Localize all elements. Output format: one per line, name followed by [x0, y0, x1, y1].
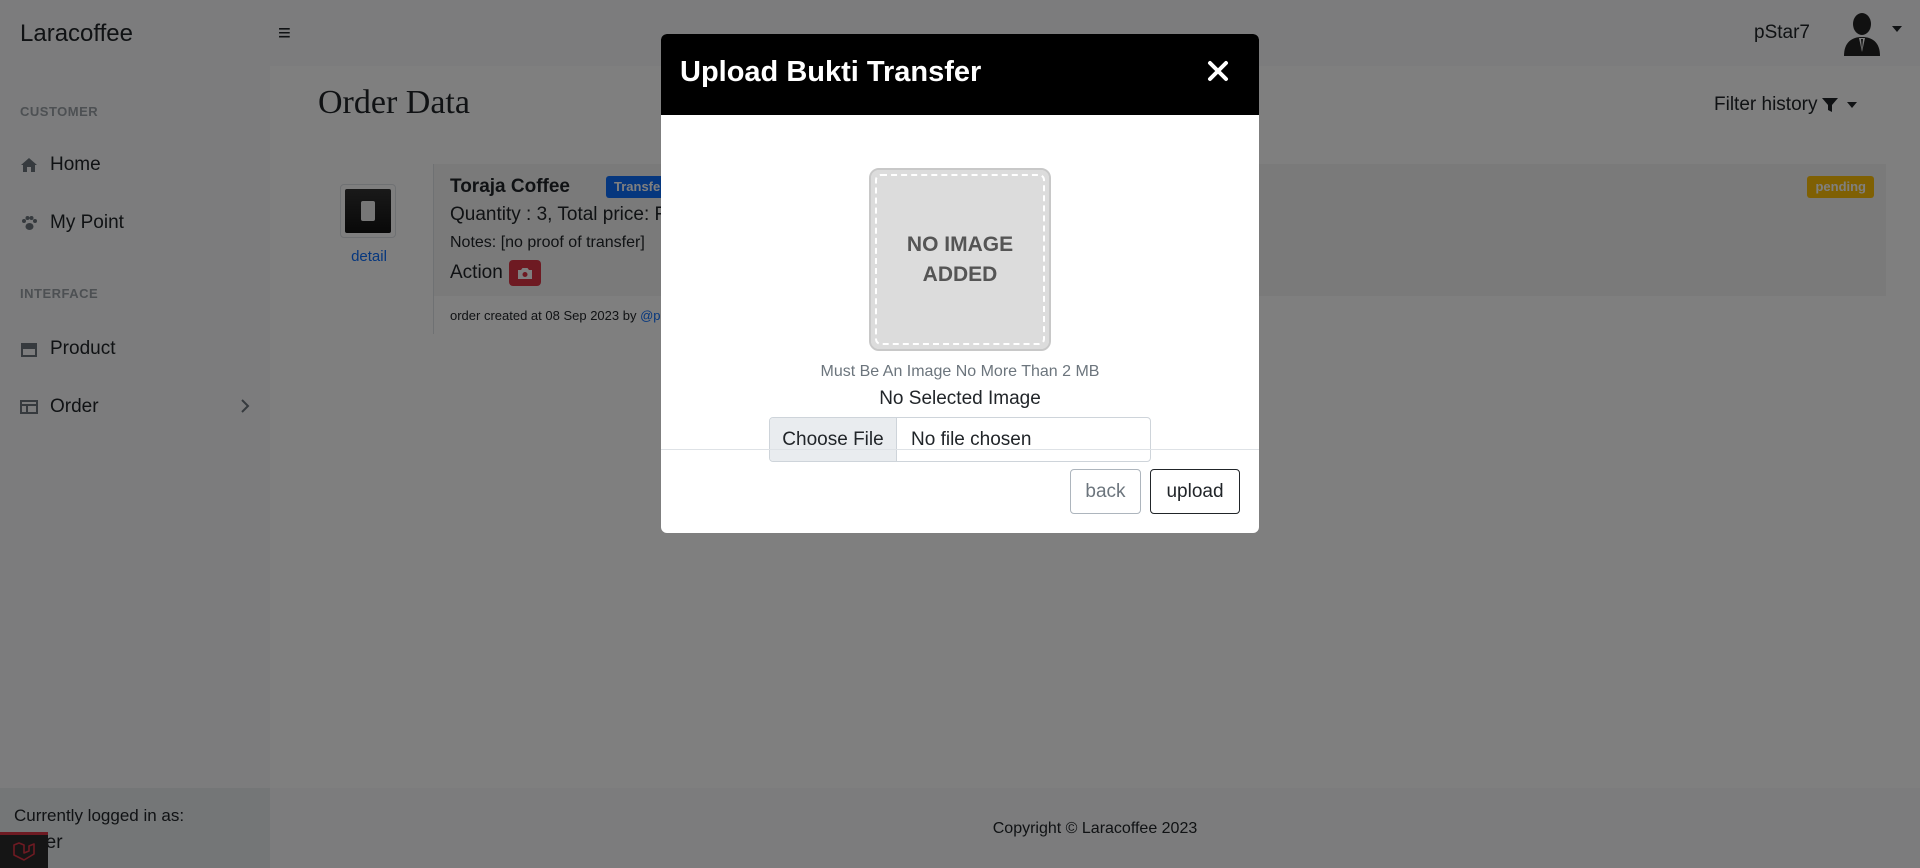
no-selected-image-label: No Selected Image [879, 388, 1041, 409]
image-size-hint: Must Be An Image No More Than 2 MB [820, 363, 1100, 380]
back-button[interactable]: back [1070, 469, 1141, 514]
modal-header: Upload Bukti Transfer [661, 34, 1259, 115]
modal-body: NO IMAGE ADDED Must Be An Image No More … [661, 115, 1259, 462]
upload-proof-modal: Upload Bukti Transfer NO IMAGE ADDED Mus… [661, 34, 1259, 533]
modal-footer: back upload [661, 449, 1259, 533]
modal-title: Upload Bukti Transfer [680, 56, 982, 88]
image-preview: NO IMAGE ADDED [869, 168, 1051, 351]
image-placeholder-line2: ADDED [922, 262, 998, 286]
image-placeholder-line1: NO IMAGE [906, 232, 1014, 256]
upload-button[interactable]: upload [1150, 469, 1240, 514]
close-icon[interactable] [1203, 56, 1233, 86]
